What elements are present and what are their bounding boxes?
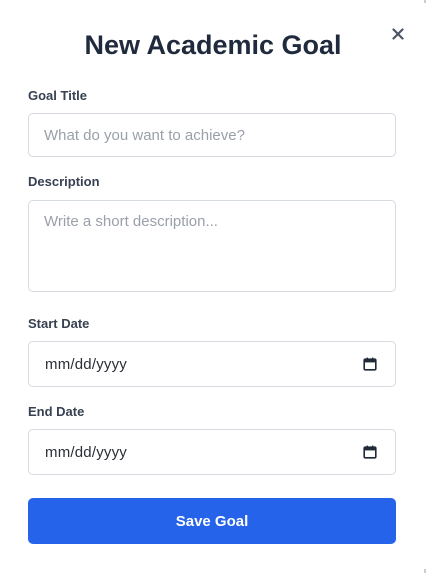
goal-title-label: Goal Title [28,88,87,103]
new-goal-modal: New Academic Goal Goal Title Description… [0,0,426,573]
calendar-icon[interactable] [363,445,377,459]
end-date-input[interactable]: mm/dd/yyyy [28,429,396,475]
description-label: Description [28,174,100,189]
end-date-value: mm/dd/yyyy [45,443,128,461]
calendar-icon[interactable] [363,357,377,371]
start-date-label: Start Date [28,316,90,331]
goal-title-input[interactable] [28,113,396,157]
start-date-input[interactable]: mm/dd/yyyy [28,341,396,387]
start-date-value: mm/dd/yyyy [45,355,128,373]
modal-title: New Academic Goal [84,30,342,60]
description-textarea[interactable] [28,200,396,292]
end-date-label: End Date [28,404,85,419]
save-goal-button[interactable]: Save Goal [28,498,396,544]
